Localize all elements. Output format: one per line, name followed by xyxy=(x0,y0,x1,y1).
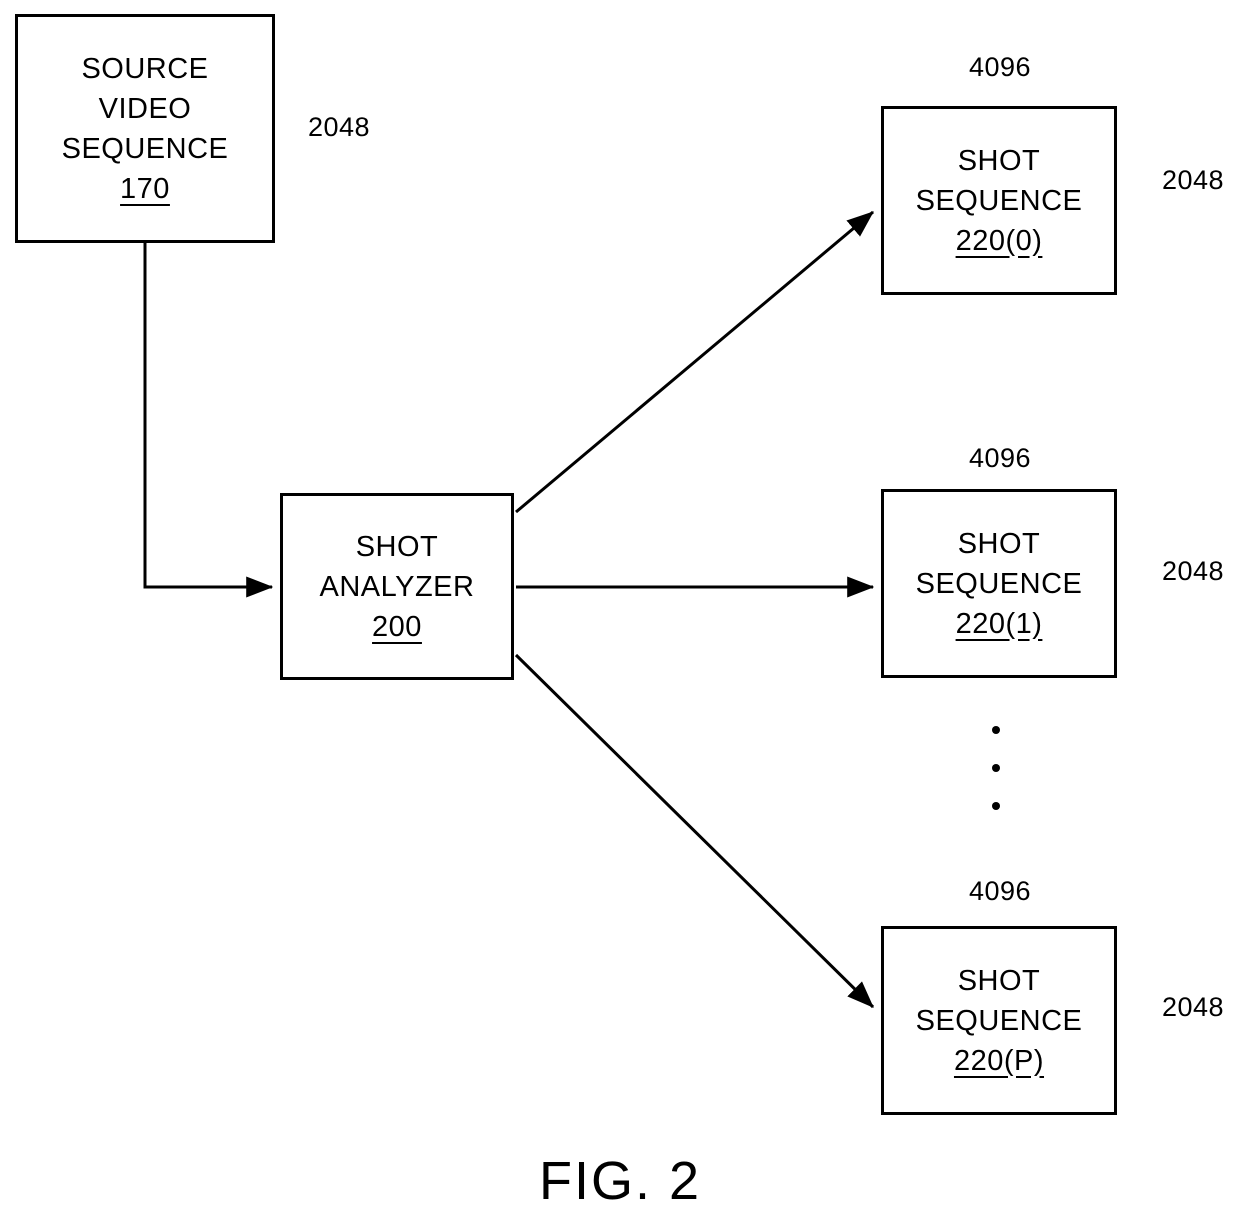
source-video-sequence-label-line3: SEQUENCE xyxy=(61,132,229,165)
label-sequence-p-4096: 4096 xyxy=(969,876,1032,906)
shot-sequence-p-label-line1: SHOT xyxy=(957,964,1041,997)
connector-source-to-analyzer xyxy=(143,243,274,598)
shot-analyzer-label-line1: SHOT xyxy=(355,530,439,563)
label-sequence-1-4096: 4096 xyxy=(969,443,1032,473)
source-video-sequence-label-line2: VIDEO xyxy=(98,92,192,125)
shot-analyzer-box[interactable]: SHOT ANALYZER 200 xyxy=(280,493,514,680)
label-sequence-p-2048: 2048 xyxy=(1162,992,1225,1022)
shot-sequence-p-reference-number: 220(P) xyxy=(953,1044,1045,1077)
connector-analyzer-to-sequence-0 xyxy=(515,210,874,514)
figure-caption: FIG. 2 xyxy=(538,1151,702,1211)
shot-sequence-1-label-line1: SHOT xyxy=(957,527,1041,560)
ellipsis-dot xyxy=(992,764,1000,772)
ellipsis-dot xyxy=(992,802,1000,810)
ellipsis-dot xyxy=(992,726,1000,734)
source-video-sequence-label-line1: SOURCE xyxy=(81,52,209,85)
label-source-2048: 2048 xyxy=(308,112,371,142)
shot-sequence-1-reference-number: 220(1) xyxy=(955,607,1043,640)
connector-analyzer-to-sequence-p xyxy=(514,653,875,1009)
label-sequence-0-4096: 4096 xyxy=(969,52,1032,82)
shot-sequence-0-label-line1: SHOT xyxy=(957,144,1041,177)
shot-sequence-0-box[interactable]: SHOT SEQUENCE 220(0) xyxy=(881,106,1117,295)
shot-sequence-p-box[interactable]: SHOT SEQUENCE 220(P) xyxy=(881,926,1117,1115)
shot-sequence-1-box[interactable]: SHOT SEQUENCE 220(1) xyxy=(881,489,1117,678)
label-sequence-1-2048: 2048 xyxy=(1162,556,1225,586)
shot-sequence-1-label-line2: SEQUENCE xyxy=(915,567,1083,600)
source-video-sequence-reference-number: 170 xyxy=(120,172,170,205)
label-sequence-0-2048: 2048 xyxy=(1162,165,1225,195)
shot-sequence-0-reference-number: 220(0) xyxy=(955,224,1043,257)
vertical-ellipsis-icon xyxy=(991,726,1001,810)
shot-analyzer-label-line2: ANALYZER xyxy=(319,570,475,603)
shot-sequence-0-label-line2: SEQUENCE xyxy=(915,184,1083,217)
shot-sequence-p-label-line2: SEQUENCE xyxy=(915,1004,1083,1037)
shot-analyzer-reference-number: 200 xyxy=(372,610,422,643)
patent-figure: SOURCE VIDEO SEQUENCE 170 2048 SHOT ANAL… xyxy=(0,0,1240,1221)
source-video-sequence-box[interactable]: SOURCE VIDEO SEQUENCE 170 xyxy=(15,14,275,243)
